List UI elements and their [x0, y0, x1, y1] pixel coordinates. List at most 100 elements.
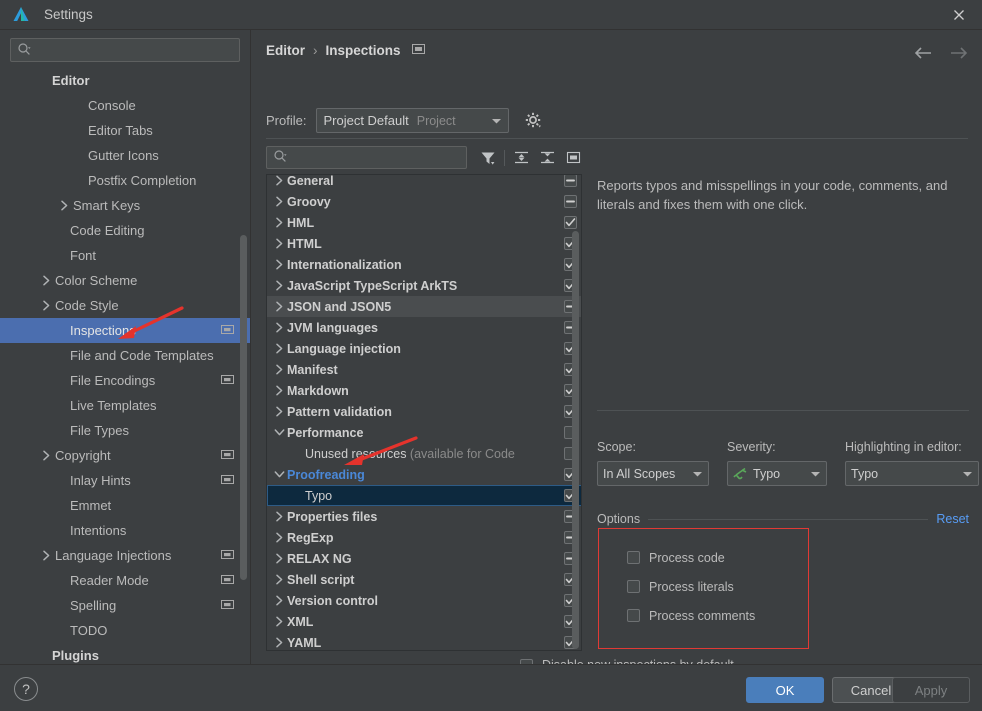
- option-checkbox[interactable]: [627, 551, 640, 564]
- sidebar-item-smart-keys[interactable]: Smart Keys: [0, 193, 250, 218]
- sidebar-item-inlay-hints[interactable]: Inlay Hints: [0, 468, 250, 493]
- chevron-right-icon[interactable]: [271, 616, 287, 627]
- chevron-right-icon[interactable]: [271, 217, 287, 228]
- sidebar-item-gutter-icons[interactable]: Gutter Icons: [0, 143, 250, 168]
- selector-dropdown-highlighting[interactable]: Typo: [845, 461, 979, 486]
- tree-row[interactable]: RegExp: [267, 527, 581, 548]
- chevron-down-icon[interactable]: [271, 428, 287, 437]
- tree-row[interactable]: Properties files: [267, 506, 581, 527]
- sidebar-scrollbar[interactable]: [240, 235, 247, 580]
- sidebar-item-emmet[interactable]: Emmet: [0, 493, 250, 518]
- settings-marker-icon[interactable]: [411, 42, 425, 58]
- chevron-right-icon[interactable]: [271, 259, 287, 270]
- chevron-right-icon[interactable]: [271, 532, 287, 543]
- inspection-search-field[interactable]: [266, 146, 467, 169]
- tree-row-checkbox[interactable]: [557, 216, 581, 229]
- apply-button[interactable]: Apply: [892, 677, 970, 703]
- sidebar-item-file-encodings[interactable]: File Encodings: [0, 368, 250, 393]
- profile-select[interactable]: Project Default Project: [316, 108, 510, 133]
- checkbox-checked[interactable]: [563, 216, 577, 229]
- tree-row[interactable]: Language injection: [267, 338, 581, 359]
- chevron-right-icon[interactable]: [271, 322, 287, 333]
- sidebar-item-spelling[interactable]: Spelling: [0, 593, 250, 618]
- sidebar-item-intentions[interactable]: Intentions: [0, 518, 250, 543]
- option-row[interactable]: Process literals: [627, 572, 808, 601]
- close-icon[interactable]: [936, 0, 982, 30]
- option-row[interactable]: Process code: [627, 543, 808, 572]
- chevron-right-icon[interactable]: [271, 406, 287, 417]
- tree-row[interactable]: Pattern validation: [267, 401, 581, 422]
- chevron-right-icon[interactable]: [271, 175, 287, 186]
- inspection-tree-scrollbar[interactable]: [572, 231, 579, 649]
- option-checkbox[interactable]: [627, 580, 640, 593]
- gear-icon[interactable]: [525, 112, 542, 129]
- sidebar-item-font[interactable]: Font: [0, 243, 250, 268]
- sidebar-item-plugins[interactable]: Plugins: [0, 643, 250, 664]
- tree-row[interactable]: JavaScript TypeScript ArkTS: [267, 275, 581, 296]
- sidebar-item-color-scheme[interactable]: Color Scheme: [0, 268, 250, 293]
- tree-row[interactable]: XML: [267, 611, 581, 632]
- filter-icon[interactable]: [475, 146, 501, 169]
- option-checkbox[interactable]: [627, 609, 640, 622]
- sidebar-item-todo[interactable]: TODO: [0, 618, 250, 643]
- chevron-right-icon[interactable]: [271, 196, 287, 207]
- tree-row[interactable]: Typo: [267, 485, 581, 506]
- tree-row[interactable]: HML: [267, 212, 581, 233]
- tree-row[interactable]: Proofreading: [267, 464, 581, 485]
- sidebar-item-file-and-code-templates[interactable]: File and Code Templates: [0, 343, 250, 368]
- chevron-down-icon[interactable]: [271, 470, 287, 479]
- chevron-right-icon[interactable]: [271, 595, 287, 606]
- sidebar-item-language-injections[interactable]: Language Injections: [0, 543, 250, 568]
- chevron-right-icon[interactable]: [271, 364, 287, 375]
- chevron-right-icon[interactable]: [271, 385, 287, 396]
- sidebar-item-reader-mode[interactable]: Reader Mode: [0, 568, 250, 593]
- checkbox-indeterminate[interactable]: [563, 175, 577, 187]
- search-input[interactable]: [35, 42, 233, 58]
- chevron-right-icon[interactable]: [271, 511, 287, 522]
- help-button[interactable]: ?: [14, 677, 38, 701]
- sidebar-item-inspections[interactable]: Inspections: [0, 318, 250, 343]
- selector-dropdown-scope[interactable]: In All Scopes: [597, 461, 709, 486]
- selector-dropdown-severity[interactable]: Typo: [727, 461, 827, 486]
- reset-link[interactable]: Reset: [936, 512, 969, 526]
- chevron-right-icon[interactable]: [271, 637, 287, 648]
- tree-row[interactable]: Performance: [267, 422, 581, 443]
- tree-row-checkbox[interactable]: [557, 195, 581, 208]
- tree-row[interactable]: HTML: [267, 233, 581, 254]
- tree-row[interactable]: Version control: [267, 590, 581, 611]
- tree-row[interactable]: Internationalization: [267, 254, 581, 275]
- sidebar-item-code-style[interactable]: Code Style: [0, 293, 250, 318]
- chevron-right-icon[interactable]: [271, 301, 287, 312]
- tree-row-checkbox[interactable]: [557, 175, 581, 187]
- sidebar-item-live-templates[interactable]: Live Templates: [0, 393, 250, 418]
- chevron-right-icon[interactable]: [271, 574, 287, 585]
- expand-all-icon[interactable]: [508, 146, 534, 169]
- checkbox-indeterminate[interactable]: [563, 195, 577, 208]
- sidebar-item-console[interactable]: Console: [0, 93, 250, 118]
- tree-row[interactable]: Markdown: [267, 380, 581, 401]
- chevron-right-icon[interactable]: [271, 238, 287, 249]
- tree-row[interactable]: JSON and JSON5: [267, 296, 581, 317]
- tree-row[interactable]: RELAX NG: [267, 548, 581, 569]
- sidebar-item-editor[interactable]: Editor: [0, 68, 250, 93]
- tree-row[interactable]: General: [267, 175, 581, 191]
- sidebar-item-copyright[interactable]: Copyright: [0, 443, 250, 468]
- tree-row[interactable]: JVM languages: [267, 317, 581, 338]
- sidebar-item-postfix-completion[interactable]: Postfix Completion: [0, 168, 250, 193]
- inspection-tree[interactable]: General Groovy HML HTML Internationalization…: [266, 174, 582, 651]
- tree-row[interactable]: Shell script: [267, 569, 581, 590]
- arrow-right-icon[interactable]: [948, 42, 970, 64]
- sidebar-search-field[interactable]: [10, 38, 240, 62]
- show-description-icon[interactable]: [560, 146, 586, 169]
- sidebar-item-code-editing[interactable]: Code Editing: [0, 218, 250, 243]
- tree-row[interactable]: Groovy: [267, 191, 581, 212]
- arrow-left-icon[interactable]: [912, 42, 934, 64]
- chevron-right-icon[interactable]: [271, 343, 287, 354]
- breadcrumb-root[interactable]: Editor: [266, 43, 305, 58]
- option-row[interactable]: Process comments: [627, 601, 808, 630]
- sidebar-item-editor-tabs[interactable]: Editor Tabs: [0, 118, 250, 143]
- collapse-all-icon[interactable]: [534, 146, 560, 169]
- ok-button[interactable]: OK: [746, 677, 824, 703]
- sidebar-item-file-types[interactable]: File Types: [0, 418, 250, 443]
- tree-row[interactable]: YAML: [267, 632, 581, 650]
